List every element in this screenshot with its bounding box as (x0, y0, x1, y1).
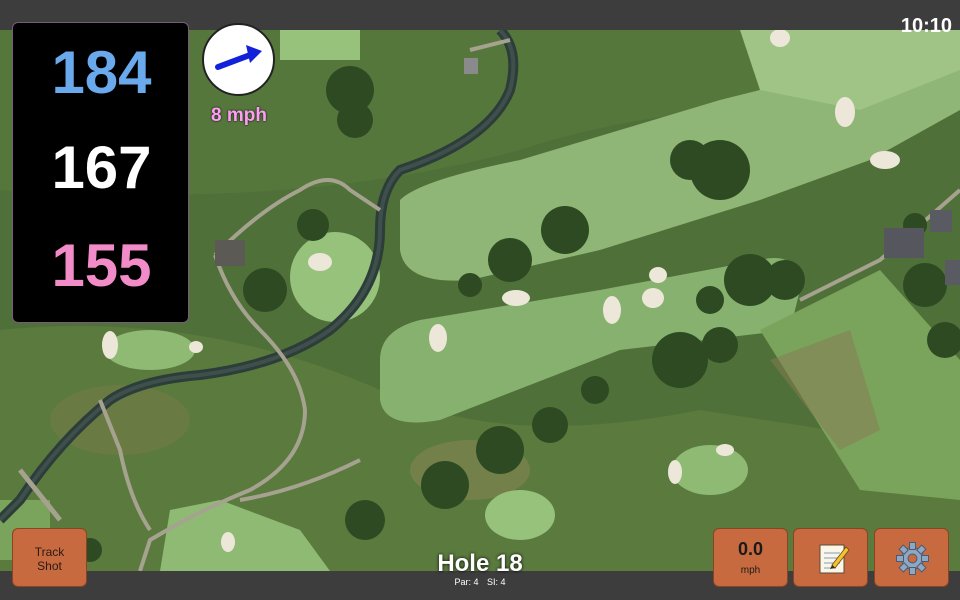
gear-icon (896, 542, 929, 575)
hole-stroke-index: SI: 4 (487, 577, 506, 587)
wind-direction-arrow-icon (215, 45, 262, 70)
hole-info: Par: 4 SI: 4 (420, 577, 540, 587)
track-shot-label: Track Shot (34, 545, 65, 573)
notes-button[interactable] (793, 528, 868, 587)
distance-back-value: 184 (51, 39, 152, 106)
hole-par: Par: 4 (454, 577, 479, 587)
swing-speed-value: 0.0 (737, 539, 764, 559)
distance-panel: 184 167 155 (12, 22, 189, 323)
wind-speed-label: 8 mph (211, 105, 267, 126)
swing-speed-unit: mph (740, 565, 761, 576)
swing-speed-button[interactable]: 0.0 mph (713, 528, 788, 587)
settings-button[interactable] (874, 528, 949, 587)
distance-front-value: 155 (51, 232, 152, 299)
notepad-icon (819, 544, 850, 574)
track-shot-button[interactable]: Track Shot (12, 528, 87, 587)
distance-middle-value: 167 (51, 134, 152, 201)
wind-indicator (202, 23, 275, 96)
hole-title: Hole 18 (437, 550, 523, 577)
status-clock: 10:10 (900, 15, 952, 37)
